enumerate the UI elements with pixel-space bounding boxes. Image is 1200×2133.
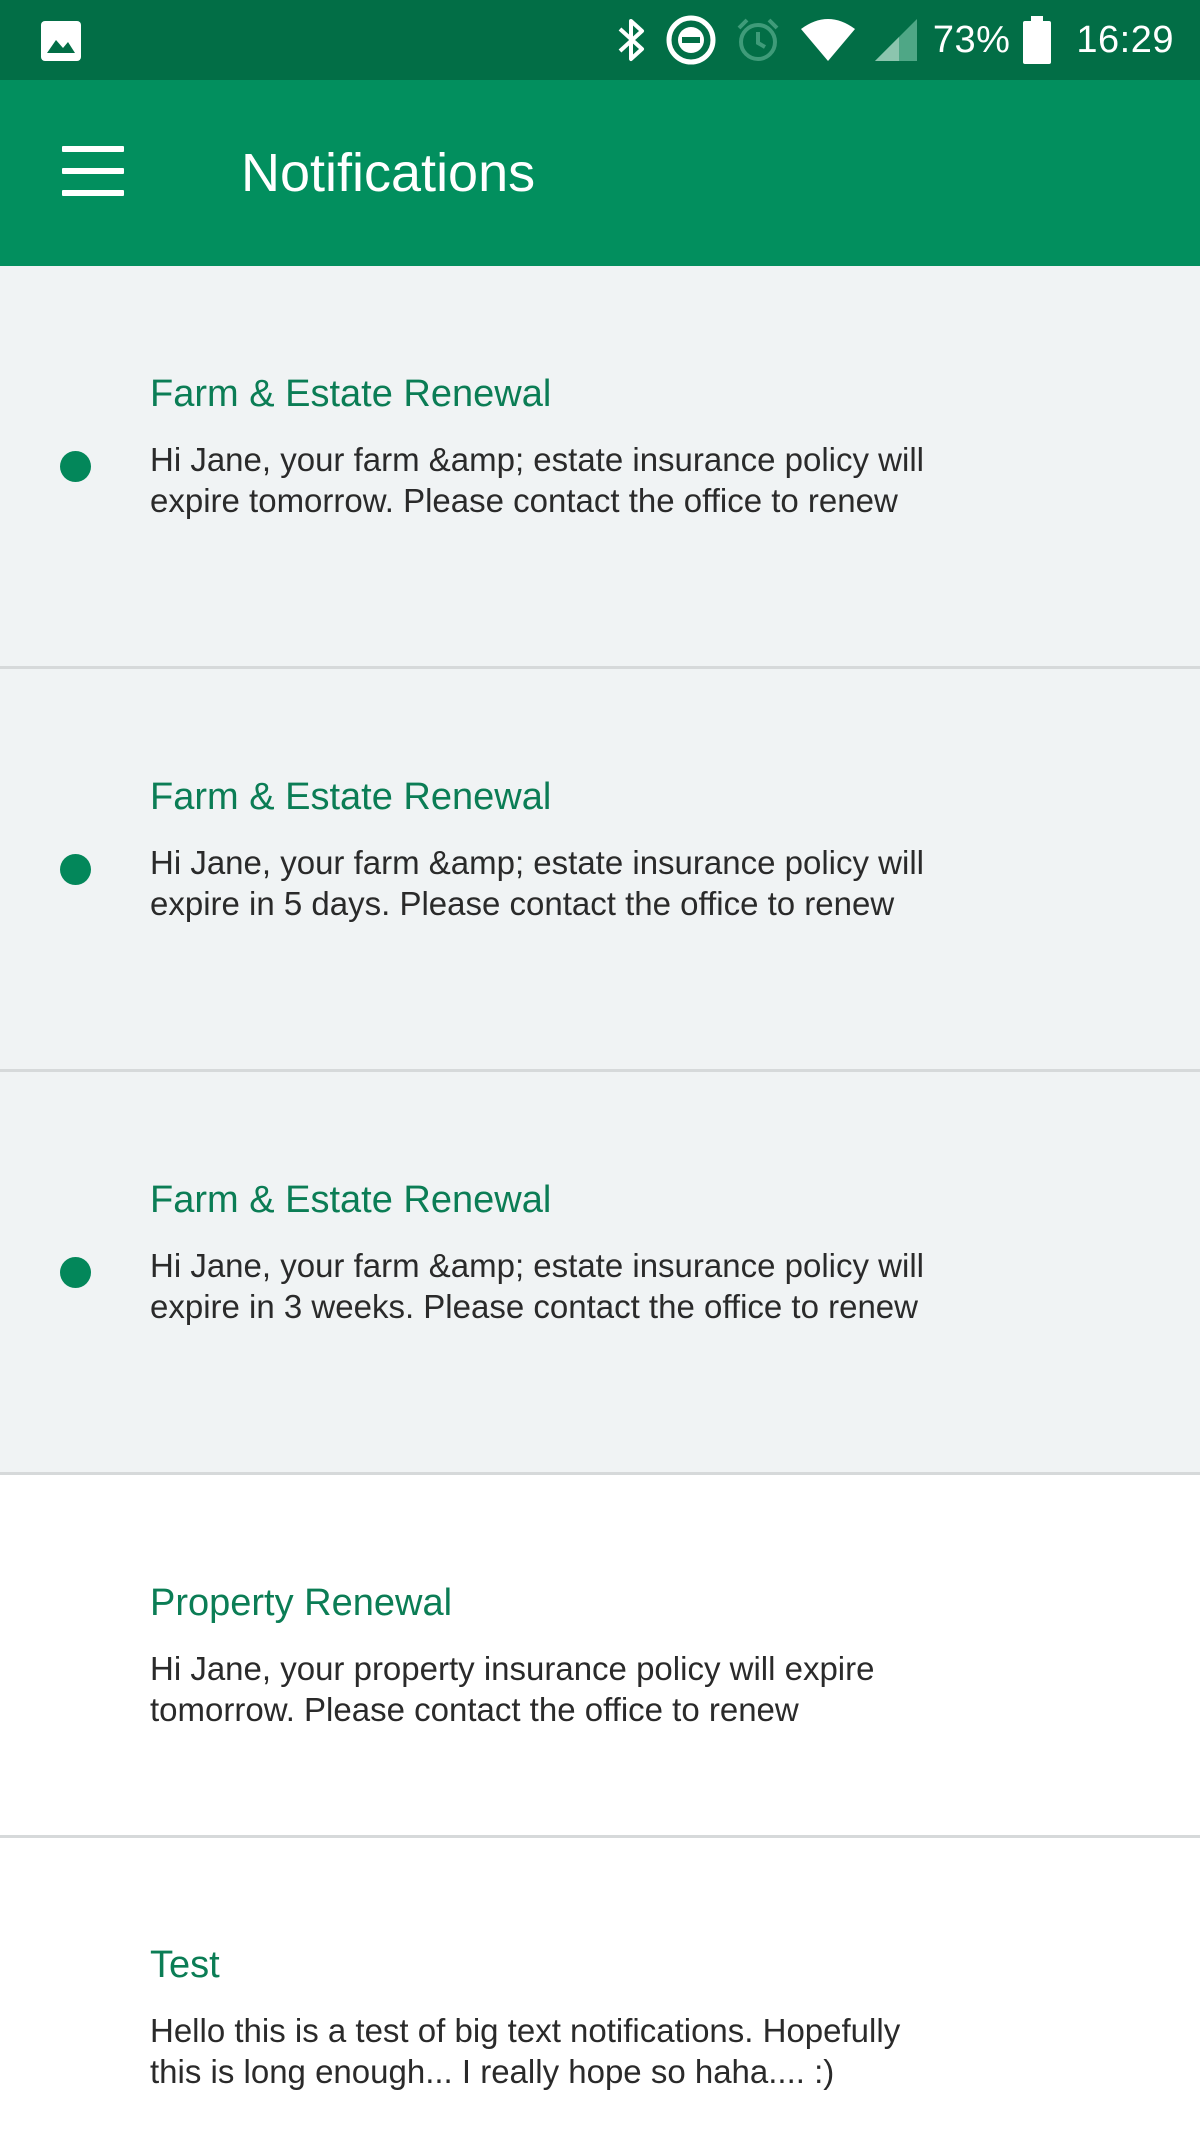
menu-line [62, 146, 124, 152]
notification-title: Farm & Estate Renewal [150, 1179, 552, 1221]
unread-dot-icon [60, 451, 91, 482]
clock: 16:29 [1076, 18, 1174, 61]
bluetooth-icon [615, 16, 649, 64]
notification-item[interactable]: Property Renewal Hi Jane, your property … [0, 1475, 1200, 1838]
menu-line [62, 190, 124, 196]
page-title: Notifications [241, 143, 536, 203]
notification-item[interactable]: Farm & Estate Renewal Hi Jane, your farm… [0, 1072, 1200, 1475]
notification-title: Property Renewal [150, 1582, 453, 1624]
battery-percent: 73% [932, 18, 1011, 61]
notification-title: Farm & Estate Renewal [150, 373, 552, 415]
notification-body: Hello this is a test of big text notific… [150, 2012, 901, 2090]
battery-icon [1022, 15, 1052, 65]
gallery-icon [40, 20, 82, 62]
menu-line [62, 168, 124, 174]
wifi-icon [799, 17, 857, 63]
notification-body: Hi Jane, your farm &amp; estate insuranc… [150, 441, 924, 519]
hamburger-menu-icon[interactable] [52, 138, 132, 208]
notification-title: Test [150, 1944, 220, 1986]
notification-item[interactable]: Test Hello this is a test of big text no… [0, 1838, 1200, 2133]
notification-body: Hi Jane, your property insurance policy … [150, 1650, 875, 1728]
unread-dot-icon [60, 854, 91, 885]
status-bar: 73% 16:29 [0, 0, 1200, 80]
notification-body: Hi Jane, your farm &amp; estate insuranc… [150, 844, 924, 922]
notification-body: Hi Jane, your farm &amp; estate insuranc… [150, 1247, 924, 1325]
app-bar: Notifications [0, 80, 1200, 266]
status-icons: 73% 16:29 [599, 0, 1174, 80]
alarm-icon [733, 15, 783, 65]
unread-dot-icon [60, 1257, 91, 1288]
notification-item[interactable]: Farm & Estate Renewal Hi Jane, your farm… [0, 669, 1200, 1072]
do-not-disturb-icon [665, 14, 717, 66]
notification-title: Farm & Estate Renewal [150, 776, 552, 818]
notification-item[interactable]: Farm & Estate Renewal Hi Jane, your farm… [0, 266, 1200, 669]
notifications-list: Farm & Estate Renewal Hi Jane, your farm… [0, 266, 1200, 2133]
cellular-signal-icon [873, 17, 919, 63]
